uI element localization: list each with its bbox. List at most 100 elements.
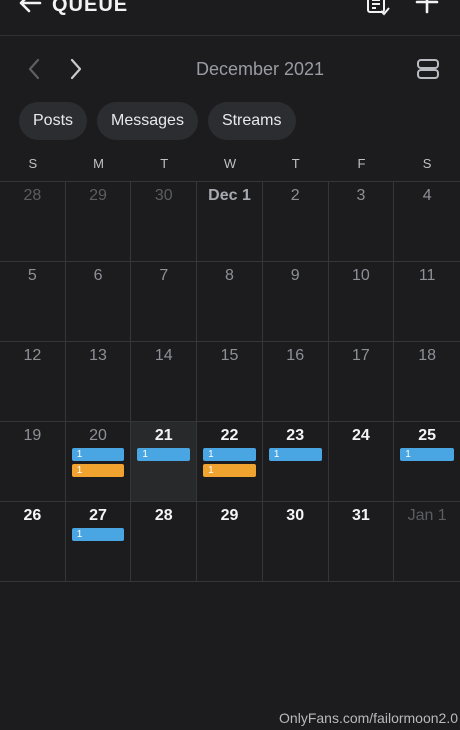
calendar-day-cell[interactable]: 9	[262, 262, 329, 342]
calendar-day-cell[interactable]: 17	[328, 342, 395, 422]
calendar-day-cell[interactable]: Jan 1	[394, 502, 460, 582]
scheduled-items: 11	[71, 448, 125, 480]
weekday-label: T	[291, 156, 300, 171]
scheduled-items: 1	[400, 448, 454, 464]
calendar-day-cell[interactable]: 16	[262, 342, 329, 422]
day-number: 22	[220, 427, 239, 444]
day-number: 2	[290, 187, 300, 204]
day-number: 4	[422, 187, 432, 204]
calendar-day-cell[interactable]: 2	[262, 182, 329, 262]
weekday-header: S M T W T F S	[0, 150, 460, 180]
scheduled-items: 1	[137, 448, 191, 464]
day-number: 29	[220, 507, 239, 524]
day-number: 26	[23, 507, 42, 524]
calendar-day-cell[interactable]: 10	[328, 262, 395, 342]
calendar-day-cell[interactable]: 6	[65, 262, 132, 342]
day-number: 25	[418, 427, 437, 444]
day-number: 9	[290, 267, 300, 284]
day-number: 31	[352, 507, 370, 524]
top-bar: QUEUE	[0, 0, 460, 36]
calendar-day-cell[interactable]: 12	[0, 342, 66, 422]
month-label: December 2021	[195, 59, 325, 79]
day-number: 30	[286, 507, 305, 524]
day-number: Jan 1	[407, 507, 447, 524]
day-number: 28	[154, 507, 173, 524]
calendar-day-cell[interactable]: 13	[65, 342, 132, 422]
day-number: 28	[23, 187, 42, 204]
calendar-day-cell[interactable]: 8	[197, 262, 263, 342]
calendar-day-cell[interactable]: Dec 1	[197, 182, 263, 262]
weekday-label: F	[357, 156, 366, 171]
chevron-left-icon[interactable]	[24, 58, 44, 80]
calendar-day-cell[interactable]: 19	[0, 422, 66, 502]
calendar-day-cell[interactable]: 22 1 1	[197, 422, 263, 502]
page-title: QUEUE	[52, 0, 129, 16]
chevron-right-icon[interactable]	[66, 58, 86, 80]
weekday-label: W	[223, 156, 237, 171]
day-number: 24	[352, 427, 370, 444]
back-arrow-icon[interactable]	[18, 0, 42, 14]
scheduled-message-badge[interactable]: 1	[71, 464, 125, 477]
calendar-day-cell[interactable]: 31	[328, 502, 395, 582]
scheduled-message-badge[interactable]: 1	[203, 464, 256, 477]
calendar-day-cell[interactable]: 20 1 1	[65, 422, 132, 502]
day-number: 21	[154, 427, 173, 444]
day-number: 23	[286, 427, 305, 444]
calendar-day-cell[interactable]: 5	[0, 262, 66, 342]
calendar-day-cell[interactable]: 15	[197, 342, 263, 422]
calendar-day-cell[interactable]: 27 1	[65, 502, 132, 582]
calendar-day-cell[interactable]: 28	[0, 182, 66, 262]
filter-chip-messages[interactable]: Messages	[97, 102, 198, 140]
scheduled-items: 11	[203, 448, 256, 480]
scheduled-items: 1	[71, 528, 125, 544]
calendar-day-cell[interactable]: 26	[0, 502, 66, 582]
scheduled-post-badge[interactable]: 1	[71, 528, 125, 541]
weekday-label: M	[93, 156, 104, 171]
list-icon[interactable]	[366, 0, 390, 16]
calendar-day-cell[interactable]: 4	[394, 182, 460, 262]
day-number: 20	[89, 427, 107, 444]
day-number: 7	[159, 267, 169, 284]
day-number: 10	[352, 267, 370, 284]
calendar-day-cell[interactable]: 24	[328, 422, 395, 502]
scheduled-post-badge[interactable]: 1	[400, 448, 454, 461]
day-number: 13	[89, 347, 107, 364]
day-number: 17	[352, 347, 370, 364]
calendar-day-cell[interactable]: 30	[131, 182, 198, 262]
calendar-day-cell[interactable]: 14	[131, 342, 198, 422]
scheduled-post-badge[interactable]: 1	[268, 448, 322, 461]
filter-chip-streams[interactable]: Streams	[207, 102, 296, 140]
day-number: 5	[27, 267, 37, 284]
scheduled-items: 1	[268, 448, 322, 464]
calendar-day-cell[interactable]: 7	[131, 262, 198, 342]
watermark: OnlyFans.com/failormoon2.0	[279, 710, 458, 726]
day-number: 11	[418, 267, 436, 284]
calendar-day-cell[interactable]: 3	[328, 182, 395, 262]
calendar-day-cell[interactable]: 29	[197, 502, 263, 582]
day-number: 12	[23, 347, 42, 364]
calendar-day-cell[interactable]: 18	[394, 342, 460, 422]
calendar-day-cell[interactable]: 28	[131, 502, 198, 582]
day-number: 29	[89, 187, 107, 204]
calendar-day-cell[interactable]: 30	[262, 502, 329, 582]
calendar-day-cell[interactable]: 23 1	[262, 422, 329, 502]
calendar-grid: 28 29 30 Dec 1 2 3 4 5 6 7 8 9 10 11 12 13 14 15 16 17 18 19 2…	[0, 181, 460, 582]
day-number: 19	[23, 427, 42, 444]
day-number: 27	[89, 507, 107, 524]
day-number: Dec 1	[208, 187, 251, 204]
calendar-day-cell[interactable]: 25 1	[394, 422, 460, 502]
plus-icon[interactable]	[414, 0, 440, 16]
day-number: 16	[286, 347, 305, 364]
day-number: 15	[220, 347, 239, 364]
calendar-day-cell[interactable]: 11	[394, 262, 460, 342]
weekday-label: S	[28, 156, 38, 171]
scheduled-post-badge[interactable]: 1	[203, 448, 256, 461]
filter-chip-posts[interactable]: Posts	[19, 102, 88, 140]
scheduled-post-badge[interactable]: 1	[137, 448, 191, 461]
calendar-day-cell[interactable]: 21 1	[131, 422, 198, 502]
filter-chips: Posts Messages Streams	[19, 102, 296, 140]
calendar-day-cell[interactable]: 29	[65, 182, 132, 262]
scheduled-post-badge[interactable]: 1	[71, 448, 125, 461]
calendar-view-icon[interactable]	[414, 55, 442, 83]
day-number: 14	[154, 347, 173, 364]
